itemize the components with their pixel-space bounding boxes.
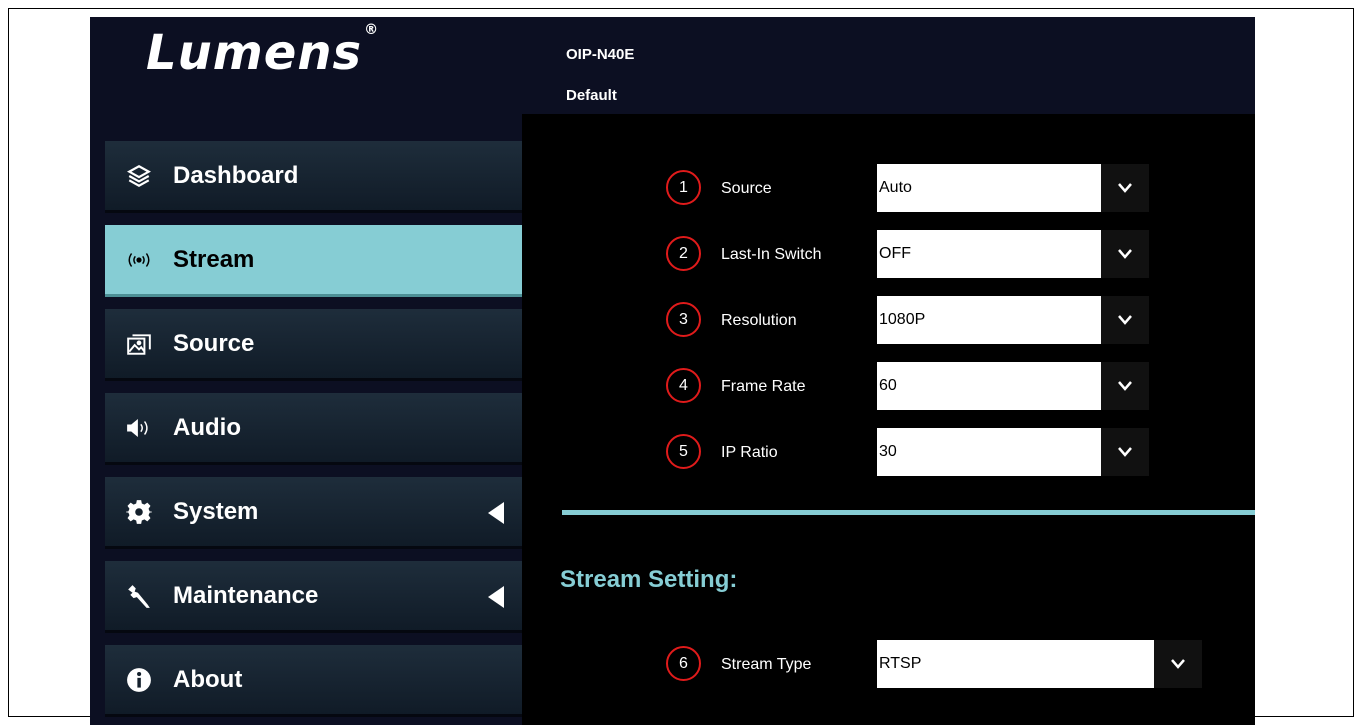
- select-value: Auto: [879, 179, 912, 196]
- expand-caret-icon[interactable]: [488, 586, 504, 608]
- sidebar-item-label: Maintenance: [173, 581, 319, 609]
- setting-row-resolution: 3 Resolution 1080P: [666, 296, 1156, 344]
- select-value: RTSP: [879, 655, 922, 672]
- ip-ratio-select[interactable]: 30: [877, 428, 1149, 476]
- chevron-down-icon[interactable]: [1101, 230, 1149, 278]
- setting-label: Frame Rate: [721, 378, 806, 395]
- chevron-down-icon[interactable]: [1154, 640, 1202, 688]
- sidebar-item-label: Dashboard: [173, 161, 299, 189]
- section-divider: [562, 510, 1255, 515]
- sidebar-item-system[interactable]: System: [105, 477, 524, 549]
- select-value: 60: [879, 377, 897, 394]
- select-value: 1080P: [879, 311, 926, 328]
- expand-caret-icon[interactable]: [488, 502, 504, 524]
- top-bar: Lumens ® OIP-N40E Default: [90, 17, 1255, 114]
- source-select[interactable]: Auto: [877, 164, 1149, 212]
- setting-label: Source: [721, 180, 772, 197]
- select-value: 30: [879, 443, 897, 460]
- sidebar-item-label: Source: [173, 329, 255, 357]
- callout-badge: 6: [666, 646, 701, 681]
- gear-icon: [125, 498, 153, 526]
- resolution-select[interactable]: 1080P: [877, 296, 1149, 344]
- layers-icon: [125, 162, 153, 190]
- wrench-icon: [125, 582, 153, 610]
- sidebar-item-label: About: [173, 665, 243, 693]
- app-window: Lumens ® OIP-N40E Default Dashboard Strea…: [90, 17, 1255, 725]
- select-value: OFF: [879, 245, 911, 262]
- setting-label: IP Ratio: [721, 444, 778, 461]
- callout-badge: 1: [666, 170, 701, 205]
- stream-settings-panel: 1 Source Auto 2 Last-In Switch OFF 3 Res…: [522, 114, 1255, 725]
- callout-badge: 3: [666, 302, 701, 337]
- callout-badge: 4: [666, 368, 701, 403]
- frame-rate-select[interactable]: 60: [877, 362, 1149, 410]
- broadcast-icon: [125, 246, 153, 274]
- setting-row-frame-rate: 4 Frame Rate 60: [666, 362, 1156, 410]
- chevron-down-icon[interactable]: [1101, 296, 1149, 344]
- chevron-down-icon[interactable]: [1101, 164, 1149, 212]
- sidebar-item-stream[interactable]: Stream: [105, 225, 524, 297]
- setting-label: Last-In Switch: [721, 246, 822, 263]
- speaker-icon: [125, 414, 153, 442]
- sidebar-item-audio[interactable]: Audio: [105, 393, 524, 465]
- device-model: OIP-N40E: [566, 46, 635, 63]
- callout-badge: 2: [666, 236, 701, 271]
- setting-label: Stream Type: [721, 656, 812, 673]
- last-in-switch-select[interactable]: OFF: [877, 230, 1149, 278]
- section-title: Stream Setting:: [560, 566, 738, 593]
- image-source-icon: [125, 330, 153, 358]
- device-profile: Default: [566, 87, 617, 104]
- sidebar-item-label: System: [173, 497, 259, 525]
- chevron-down-icon[interactable]: [1101, 362, 1149, 410]
- setting-row-source: 1 Source Auto: [666, 164, 1156, 212]
- sidebar-item-dashboard[interactable]: Dashboard: [105, 141, 524, 213]
- info-icon: [125, 666, 153, 694]
- chevron-down-icon[interactable]: [1101, 428, 1149, 476]
- setting-row-ip-ratio: 5 IP Ratio 30: [666, 428, 1156, 476]
- sidebar-item-label: Stream: [173, 245, 255, 273]
- sidebar-item-label: Audio: [173, 413, 241, 441]
- callout-badge: 5: [666, 434, 701, 469]
- lumens-logo: Lumens ®: [146, 22, 380, 81]
- sidebar: Dashboard Stream Source Audio System Mai…: [90, 114, 524, 725]
- sidebar-item-source[interactable]: Source: [105, 309, 524, 381]
- sidebar-item-about[interactable]: About: [105, 645, 524, 717]
- stream-type-select[interactable]: RTSP: [877, 640, 1202, 688]
- setting-row-stream-type: 6 Stream Type RTSP: [666, 640, 1202, 688]
- sidebar-item-maintenance[interactable]: Maintenance: [105, 561, 524, 633]
- setting-row-last-in-switch: 2 Last-In Switch OFF: [666, 230, 1156, 278]
- setting-label: Resolution: [721, 312, 797, 329]
